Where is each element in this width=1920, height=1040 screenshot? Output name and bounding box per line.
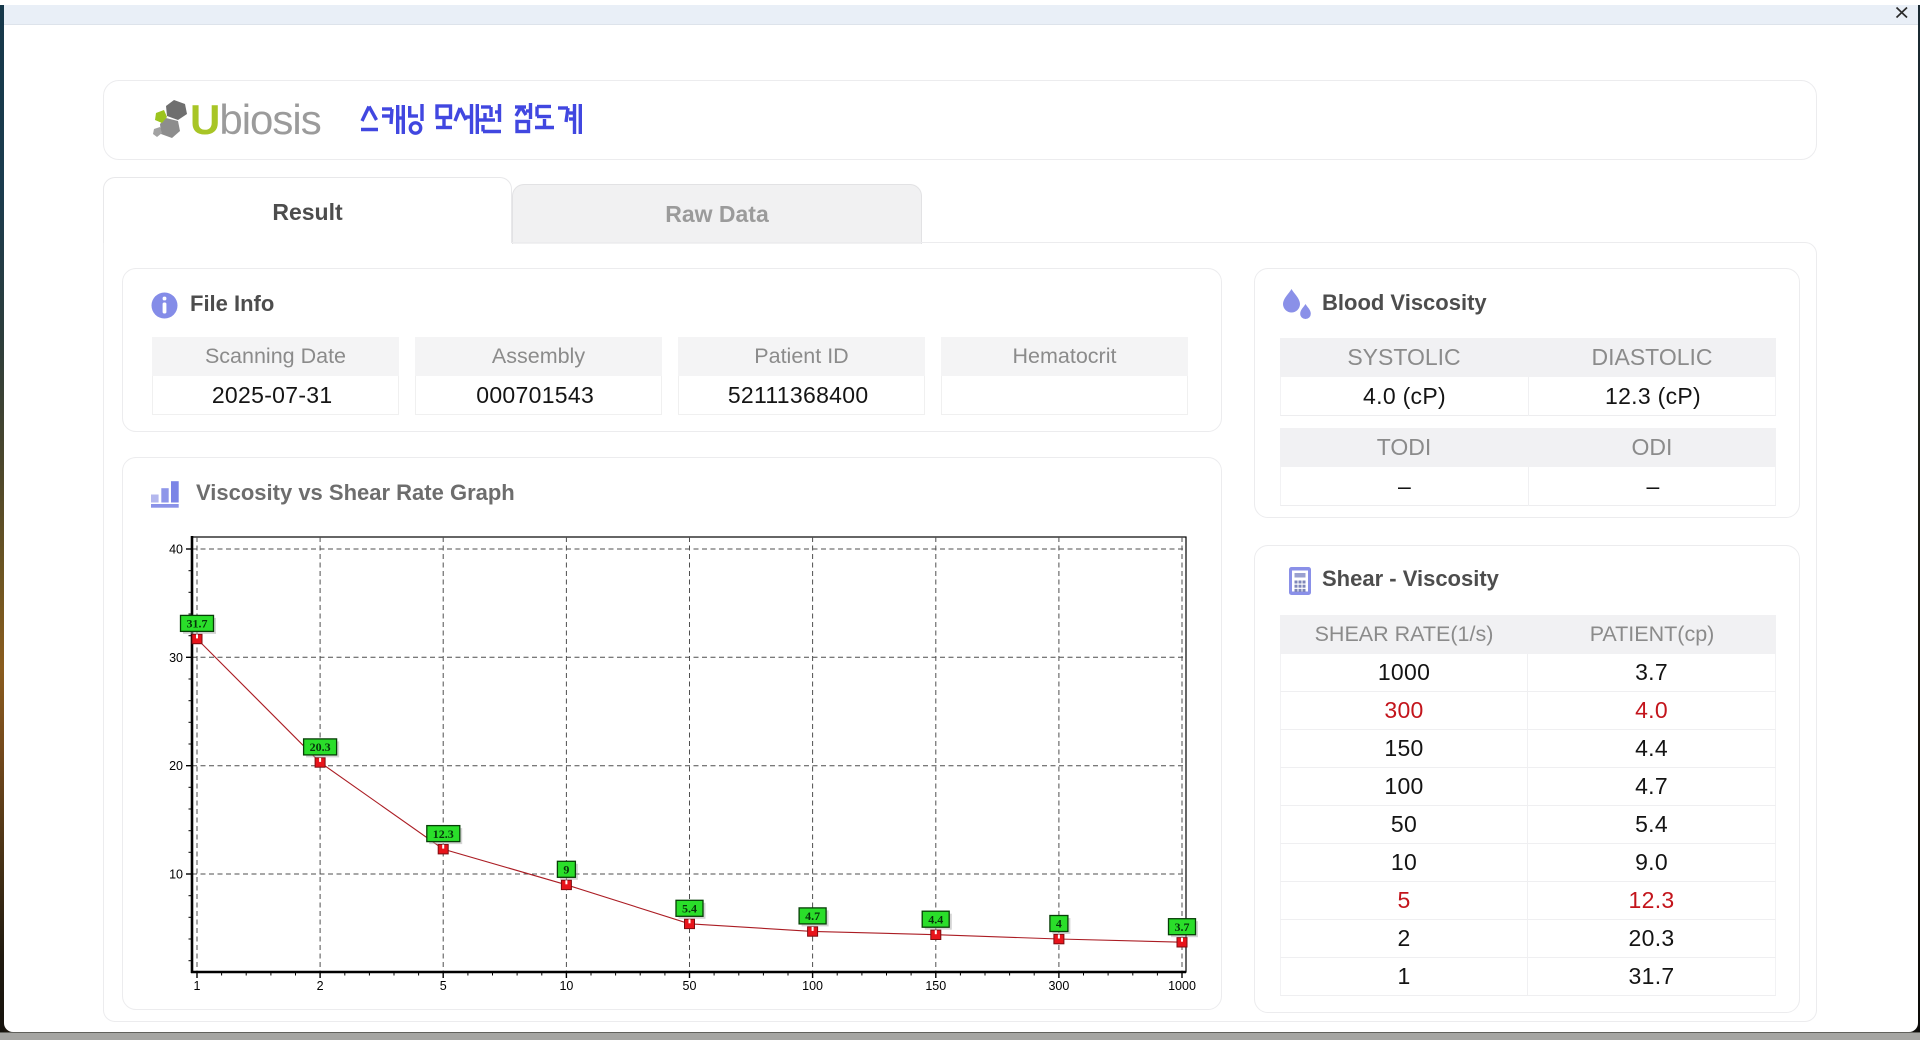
svg-text:31.7: 31.7 — [187, 617, 208, 631]
svg-text:20: 20 — [169, 759, 183, 773]
svg-text:4.4: 4.4 — [928, 912, 943, 926]
svg-text:300: 300 — [1048, 979, 1069, 993]
svg-text:9: 9 — [563, 863, 569, 877]
svg-text:4: 4 — [1056, 917, 1062, 931]
svg-text:150: 150 — [925, 979, 946, 993]
svg-text:30: 30 — [169, 651, 183, 665]
svg-text:12.3: 12.3 — [433, 827, 454, 841]
svg-text:3.7: 3.7 — [1175, 920, 1190, 934]
svg-text:100: 100 — [802, 979, 823, 993]
svg-text:2: 2 — [317, 979, 324, 993]
svg-text:1: 1 — [194, 979, 201, 993]
svg-text:10: 10 — [169, 868, 183, 882]
svg-text:1000: 1000 — [1168, 979, 1196, 993]
svg-text:50: 50 — [683, 979, 697, 993]
svg-text:4.7: 4.7 — [805, 909, 820, 923]
svg-text:5.4: 5.4 — [682, 902, 697, 916]
svg-text:20.3: 20.3 — [310, 740, 331, 754]
svg-text:5: 5 — [440, 979, 447, 993]
svg-text:40: 40 — [169, 543, 183, 557]
svg-text:10: 10 — [559, 979, 573, 993]
